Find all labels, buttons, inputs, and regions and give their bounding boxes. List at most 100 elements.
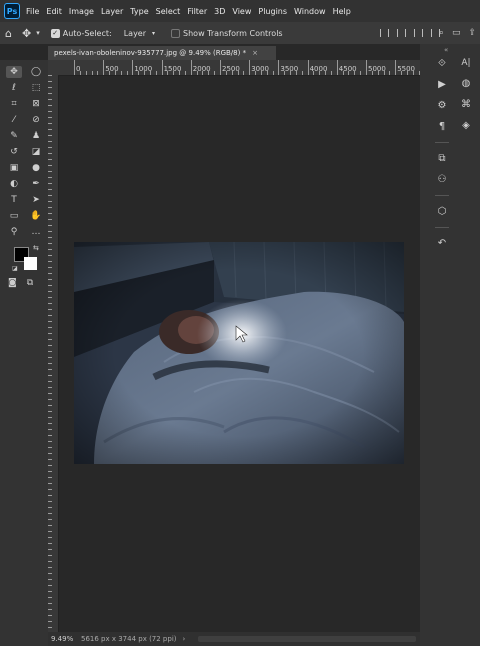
ruler-minor-tick <box>48 141 52 142</box>
workspace-icon[interactable]: ▭ <box>452 28 461 38</box>
document-tab-title: pexels-ivan-oboleninov-935777.jpg @ 9.49… <box>54 49 247 57</box>
layers-icon[interactable]: ◈ <box>462 120 470 131</box>
eraser-tool-icon[interactable]: ◪ <box>28 146 44 158</box>
clone-source-icon[interactable]: ⧉ <box>438 153 445 164</box>
horizontal-scrollbar[interactable] <box>198 636 416 642</box>
ruler-minor-tick <box>243 71 245 75</box>
ruler-minor-tick <box>48 291 52 292</box>
ruler-minor-tick <box>266 71 268 75</box>
ruler-minor-tick <box>348 71 350 75</box>
align-right-icon[interactable] <box>414 29 423 37</box>
adjustments-icon[interactable]: ⚙ <box>438 100 447 111</box>
ruler-minor-tick <box>155 71 157 75</box>
menu-filter[interactable]: Filter <box>187 7 207 16</box>
auto-select-checkbox[interactable]: ✓ <box>50 28 60 38</box>
history-icon[interactable]: ↶ <box>438 238 446 249</box>
align-left-icon[interactable] <box>380 29 389 37</box>
menu-view[interactable]: View <box>232 7 251 16</box>
dodge-tool-icon[interactable]: ◐ <box>6 178 22 190</box>
zoom-level[interactable]: 9.49% <box>51 635 81 643</box>
menu-plugins[interactable]: Plugins <box>258 7 287 16</box>
menu-help[interactable]: Help <box>333 7 351 16</box>
ruler-minor-tick <box>260 71 262 75</box>
ruler-minor-tick <box>114 71 116 75</box>
more-tools-icon[interactable]: … <box>28 226 44 238</box>
menu-window[interactable]: Window <box>294 7 326 16</box>
type-tool-icon[interactable]: T <box>6 194 22 206</box>
gradient-tool-icon[interactable]: ▣ <box>6 162 22 174</box>
document-image[interactable] <box>74 242 404 464</box>
background-color-swatch[interactable] <box>24 257 37 270</box>
path-select-icon[interactable]: ➤ <box>28 194 44 206</box>
menu-image[interactable]: Image <box>69 7 94 16</box>
ruler-major-tick <box>220 60 221 75</box>
share-icon[interactable]: ⇪ <box>468 28 476 38</box>
ruler-minor-tick <box>48 519 52 520</box>
align-center-icon[interactable] <box>397 29 406 37</box>
pen-tool-icon[interactable]: ✒ <box>28 178 44 190</box>
object-select-tool-icon[interactable]: ⬚ <box>28 82 44 94</box>
glyph-tool-icon[interactable]: ⚇ <box>438 174 447 185</box>
frame-tool-icon[interactable]: ⊠ <box>28 98 44 110</box>
ruler-minor-tick <box>48 231 52 232</box>
color-wheel-icon[interactable]: ◍ <box>462 78 471 89</box>
ruler-minor-tick <box>48 333 52 334</box>
menu-type[interactable]: Type <box>130 7 148 16</box>
ruler-minor-tick <box>48 195 52 196</box>
ruler-minor-tick <box>48 93 52 94</box>
history-brush-icon[interactable]: ↺ <box>6 146 22 158</box>
clone-stamp-icon[interactable]: ♟ <box>28 130 44 142</box>
auto-select-target-dropdown[interactable]: Layer ▾ <box>124 29 155 38</box>
search-icon[interactable]: ⌕ <box>439 28 444 38</box>
play-actions-icon[interactable]: ▶ <box>438 79 446 90</box>
status-menu-arrow[interactable]: › <box>183 635 186 643</box>
ruler-minor-tick <box>48 567 52 568</box>
ruler-minor-tick <box>48 537 52 538</box>
quick-mask-icon[interactable]: ◙ <box>8 278 17 288</box>
close-icon[interactable]: × <box>252 49 258 57</box>
photoshop-logo[interactable]: Ps <box>4 3 20 19</box>
lasso-tool-icon[interactable]: ℓ <box>6 82 22 94</box>
ruler-minor-tick <box>85 71 87 75</box>
move-tool-icon[interactable]: ✥ <box>6 66 22 78</box>
ruler-minor-tick <box>48 351 52 352</box>
swap-colors-icon[interactable]: ⇆ <box>33 244 39 252</box>
ruler-minor-tick <box>255 71 257 75</box>
shape-tool-icon[interactable]: ▭ <box>6 210 22 222</box>
document-tab[interactable]: pexels-ivan-oboleninov-935777.jpg @ 9.49… <box>48 46 276 60</box>
marquee-tool-icon[interactable]: ◯ <box>28 66 44 78</box>
menu-edit[interactable]: Edit <box>46 7 62 16</box>
3d-cube-icon[interactable]: ⬡ <box>438 206 447 217</box>
canvas-area[interactable]: 0 500 1000 1500 2000 2500 3000 3500 4000 4500 5000… <box>48 60 420 632</box>
character-icon[interactable]: A| <box>461 58 470 68</box>
menu-layer[interactable]: Layer <box>101 7 123 16</box>
ruler-minor-tick <box>272 71 274 75</box>
crop-tool-icon[interactable]: ⌗ <box>6 98 22 110</box>
ruler-minor-tick <box>319 71 321 75</box>
zoom-tool-icon[interactable]: ⚲ <box>6 226 22 238</box>
paragraph-icon[interactable]: ¶ <box>439 121 445 132</box>
menu-select[interactable]: Select <box>156 7 181 16</box>
tool-preset-chevron-icon[interactable]: ▾ <box>36 29 40 37</box>
default-colors-icon[interactable]: ◪ <box>12 265 18 272</box>
healing-brush-icon[interactable]: ⊘ <box>28 114 44 126</box>
move-tool-icon[interactable]: ✥ <box>22 27 31 40</box>
screen-mode-icon[interactable]: ⧉ <box>27 278 33 288</box>
brush-settings-icon[interactable]: ⟐ <box>438 58 446 69</box>
menu-3d[interactable]: 3D <box>214 7 225 16</box>
eyedropper-tool-icon[interactable]: ⁄ <box>6 114 22 126</box>
ruler-minor-tick <box>360 71 362 75</box>
hand-tool-icon[interactable]: ✋ <box>28 210 44 222</box>
brush-tool-icon[interactable]: ✎ <box>6 130 22 142</box>
home-icon[interactable]: ⌂ <box>5 27 12 40</box>
ruler-minor-tick <box>144 71 146 75</box>
show-transform-checkbox[interactable] <box>171 28 181 38</box>
ruler-minor-tick <box>48 99 52 100</box>
blur-tool-icon[interactable]: ● <box>28 162 44 174</box>
ruler-minor-tick <box>48 339 52 340</box>
ruler-minor-tick <box>48 225 52 226</box>
menu-file[interactable]: File <box>26 7 39 16</box>
document-dimensions: 5616 px x 3744 px (72 ppi) <box>81 635 177 643</box>
paths-icon[interactable]: ⌘ <box>461 99 471 110</box>
collapse-panels-icon[interactable]: « <box>444 46 448 54</box>
